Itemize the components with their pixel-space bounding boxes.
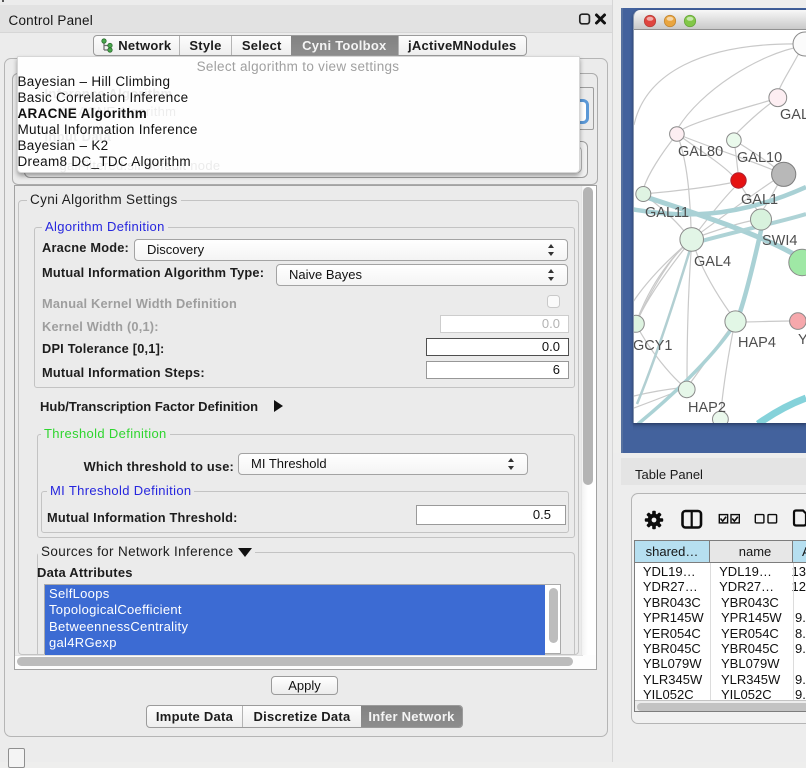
svg-text:GAL80: GAL80 [678, 144, 723, 160]
svg-text:GAL11: GAL11 [645, 205, 689, 221]
svg-text:HAP4: HAP4 [738, 335, 776, 351]
svg-text:GAL4: GAL4 [694, 254, 731, 270]
svg-text:Y: Y [798, 332, 806, 348]
svg-text:GAL10: GAL10 [737, 150, 782, 166]
svg-text:SWI4: SWI4 [762, 233, 797, 249]
svg-text:GCY1: GCY1 [634, 338, 673, 354]
svg-text:GAL: GAL [780, 107, 806, 123]
svg-text:GAL1: GAL1 [741, 192, 778, 208]
svg-text:HAP2: HAP2 [688, 400, 726, 416]
